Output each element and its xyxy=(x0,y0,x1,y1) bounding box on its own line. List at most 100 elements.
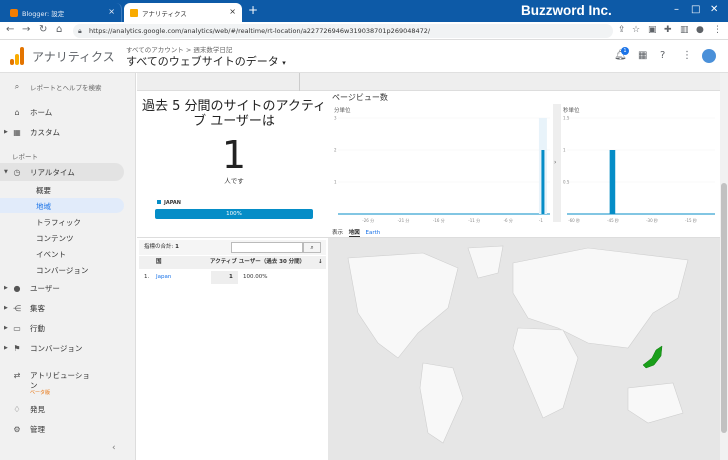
sidebar-subitem-conversions[interactable]: コンバージョン xyxy=(36,265,88,276)
url-text: https://analytics.google.com/analytics/w… xyxy=(89,27,431,35)
landmass-australia xyxy=(627,382,684,424)
sidepanel-icon[interactable]: ▥ xyxy=(680,25,689,35)
search-icon: ⌕ xyxy=(14,82,20,91)
forward-icon[interactable]: → xyxy=(22,24,30,35)
sidebar-item-label: カスタム xyxy=(30,127,60,137)
home-icon[interactable]: ⌂ xyxy=(56,24,62,35)
sort-arrow-icon[interactable]: ↓ xyxy=(318,256,323,269)
sidebar-subitem-traffic[interactable]: トラフィック xyxy=(36,217,81,228)
profile-icon[interactable]: ● xyxy=(696,25,704,35)
top-gray-bar xyxy=(137,73,720,91)
bar xyxy=(541,150,545,214)
active-highlight xyxy=(0,198,124,213)
menu-icon[interactable]: ⋮ xyxy=(713,25,722,35)
x-tick-label: -15 秒 xyxy=(685,217,697,223)
divider xyxy=(299,73,300,91)
page-scrollbar[interactable] xyxy=(720,73,728,460)
maximize-icon[interactable]: □ xyxy=(691,4,700,15)
sidebar-item-label: 集客 xyxy=(30,303,45,313)
sidebar-item-user[interactable]: ▶ ● ユーザー xyxy=(0,280,136,296)
chevron-down-icon: ▾ xyxy=(282,59,286,67)
y-tick-label: 1 xyxy=(563,148,566,153)
search-icon[interactable]: ⌕ xyxy=(303,242,321,253)
dashboard-icon: ▦ xyxy=(13,127,21,137)
caret-right-icon: ▶ xyxy=(4,129,8,135)
x-tick-label: -6 分 xyxy=(504,217,513,223)
bookmark-star-icon[interactable]: ☆ xyxy=(632,25,640,35)
apps-grid-icon[interactable]: ▦ xyxy=(638,50,647,61)
sidebar-item-custom[interactable]: ▶ ▦ カスタム xyxy=(0,124,136,140)
caret-right-icon: ▶ xyxy=(4,305,8,311)
tab-analytics[interactable]: アナリティクス × xyxy=(124,3,242,22)
new-tab-button[interactable]: + xyxy=(248,3,258,17)
sidebar-item-behavior[interactable]: ▶ ▭ 行動 xyxy=(0,320,136,336)
pageviews-title: ページビュー数 xyxy=(332,93,388,102)
sidebar-item-discover[interactable]: ♢ 発見 xyxy=(0,401,136,417)
total-label: 指標の合計: xyxy=(144,244,174,250)
x-tick-label: -30 秒 xyxy=(646,217,658,223)
reload-icon[interactable]: ↻ xyxy=(39,24,47,35)
x-tick-label: -21 分 xyxy=(398,217,410,223)
sidebar-item-label: 管理 xyxy=(30,424,45,434)
cell-bg xyxy=(211,271,238,284)
property-selector[interactable]: すべてのウェブサイトのデータ ▾ xyxy=(126,53,286,69)
sidebar-item-home[interactable]: ⌂ ホーム xyxy=(0,104,136,120)
y-tick-label: 0.5 xyxy=(563,180,570,185)
caret-right-icon: ▶ xyxy=(4,285,8,291)
x-tick-label: -45 秒 xyxy=(607,217,619,223)
tab-title: アナリティクス xyxy=(142,9,187,18)
sidebar-item-conversion[interactable]: ▶ ⚑ コンバージョン xyxy=(0,340,136,356)
table-search-input[interactable] xyxy=(231,242,303,253)
extension-icon[interactable]: ▣ xyxy=(648,25,657,35)
more-icon[interactable]: ⋮ xyxy=(682,50,692,61)
close-tab-icon[interactable]: × xyxy=(108,7,115,16)
y-tick-label: 1.5 xyxy=(563,116,570,121)
caret-right-icon: ▶ xyxy=(4,345,8,351)
scrollbar-thumb[interactable] xyxy=(721,183,727,433)
tab-map[interactable]: 地図 xyxy=(348,230,360,237)
row-country[interactable]: Japan xyxy=(156,271,171,284)
chart-splitter[interactable]: › xyxy=(553,104,561,222)
collapse-sidebar-icon[interactable]: ‹ xyxy=(112,443,116,453)
sidebar-subitem-events[interactable]: イベント xyxy=(36,249,66,260)
sidebar-subitem-content[interactable]: コンテンツ xyxy=(36,233,74,244)
sidebar-item-realtime[interactable]: ▼ ◷ リアルタイム xyxy=(0,164,136,180)
share-icon[interactable]: ⇪ xyxy=(618,25,626,35)
col-active-users[interactable]: アクティブ ユーザー（過去 30 分間） xyxy=(210,256,305,269)
tab-display: 表示 xyxy=(332,230,344,236)
row-percent: 100.00% xyxy=(243,274,268,280)
help-icon[interactable]: ? xyxy=(660,50,665,61)
tab-blogger[interactable]: Blogger: 設定 × xyxy=(4,3,122,22)
back-icon[interactable]: ← xyxy=(6,24,14,35)
bar xyxy=(612,150,616,214)
minimize-icon[interactable]: – xyxy=(674,4,679,15)
browser-tab-bar: Blogger: 設定 × アナリティクス × + Buzzword Inc. … xyxy=(0,0,728,22)
sidebar-subitem-location[interactable]: 地域 xyxy=(36,201,51,212)
landmass-greenland xyxy=(467,245,504,279)
sidebar-search[interactable]: ⌕ レポートとヘルプを検索 xyxy=(0,79,136,95)
sidebar-item-label: アトリビューショ xyxy=(30,370,90,380)
person-icon: ● xyxy=(13,283,21,293)
close-tab-icon[interactable]: × xyxy=(229,7,236,16)
table-row: 1. Japan 1 100.00% xyxy=(139,271,326,284)
tab-earth[interactable]: Earth xyxy=(366,230,381,236)
sidebar-item-acquisition[interactable]: ▶ ⋲ 集客 xyxy=(0,300,136,316)
sidebar-subitem-overview[interactable]: 概要 xyxy=(36,185,51,196)
y-tick-label: 1 xyxy=(334,180,337,185)
japan-highlight[interactable] xyxy=(642,345,663,369)
url-field[interactable]: 🔒︎ https://analytics.google.com/analytic… xyxy=(73,24,613,38)
sidebar-item-admin[interactable]: ⚙ 管理 xyxy=(0,421,136,437)
col-country[interactable]: 国 xyxy=(156,256,162,269)
sidebar-item-attribution[interactable]: ⇄ アトリビューショ xyxy=(0,367,136,383)
landmass-north-america xyxy=(347,252,459,359)
world-map[interactable] xyxy=(328,238,720,460)
country-legend: JAPAN xyxy=(157,200,181,206)
close-window-icon[interactable]: ✕ xyxy=(710,4,718,15)
puzzle-icon[interactable]: ✚ xyxy=(664,25,672,35)
caret-down-icon: ▼ xyxy=(4,169,8,175)
view-tabs: 表示 地図 Earth xyxy=(332,228,384,237)
avatar[interactable] xyxy=(702,49,716,63)
watermark: Buzzword Inc. xyxy=(521,3,612,18)
gear-icon: ⚙ xyxy=(13,424,21,434)
attribution-icon: ⇄ xyxy=(13,370,21,380)
